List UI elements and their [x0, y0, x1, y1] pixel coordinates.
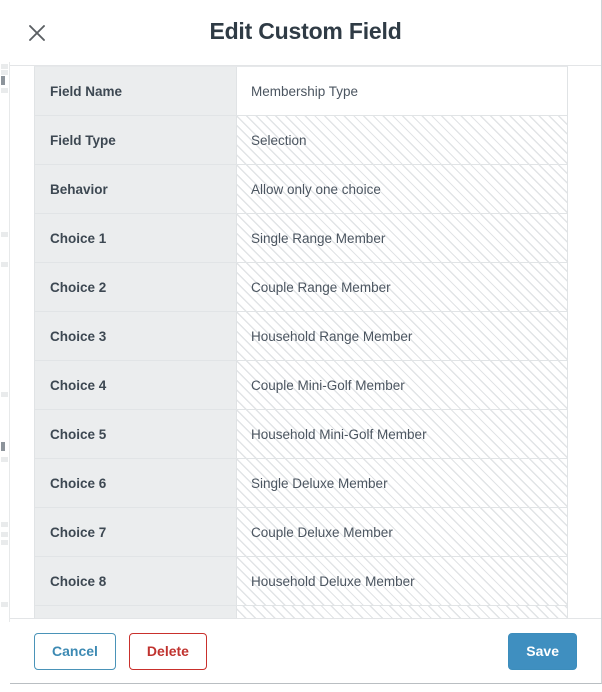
- background-text-fragment: [1, 232, 8, 237]
- dialog-body: Field Name Membership Type Field Type Selec…: [10, 66, 601, 618]
- custom-field-table: Field Name Membership Type Field Type Selec…: [34, 66, 568, 618]
- table-row: Choice 3 Household Range Member: [35, 312, 567, 361]
- dialog-header: Edit Custom Field: [10, 0, 601, 66]
- field-label: Choice 8: [35, 557, 237, 605]
- edit-custom-field-dialog: Edit Custom Field Field Name Membership T…: [10, 0, 602, 684]
- background-text-fragment: [1, 76, 5, 85]
- background-text-fragment: [1, 457, 8, 462]
- background-text-fragment: [1, 522, 8, 527]
- table-row: Choice 6 Single Deluxe Member: [35, 459, 567, 508]
- field-label: Choice 2: [35, 263, 237, 311]
- field-value-readonly: Selection: [237, 116, 567, 164]
- field-label: Behavior: [35, 165, 237, 213]
- field-label: Field Name: [35, 67, 237, 115]
- footer-left-actions: Cancel Delete: [34, 632, 207, 670]
- field-value-readonly: Couple Mini-Golf Member: [237, 361, 567, 409]
- field-value-readonly: Household Range Member: [237, 312, 567, 360]
- dialog-footer: Cancel Delete Save: [10, 618, 601, 683]
- save-button[interactable]: Save: [508, 632, 577, 670]
- field-label: Choice 6: [35, 459, 237, 507]
- table-row: Choice 8 Household Deluxe Member: [35, 557, 567, 606]
- field-value-readonly: Couple Deluxe Member: [237, 508, 567, 556]
- field-value-readonly: Single Deluxe Member: [237, 459, 567, 507]
- field-value-readonly: Couple Range Member: [237, 263, 567, 311]
- table-row: [35, 606, 567, 618]
- field-value-readonly: Household Deluxe Member: [237, 557, 567, 605]
- background-text-fragment: [1, 262, 8, 267]
- field-value-input[interactable]: Membership Type: [237, 67, 567, 115]
- table-row: Choice 7 Couple Deluxe Member: [35, 508, 567, 557]
- footer-right-actions: Save: [508, 632, 577, 670]
- background-text-fragment: [1, 88, 8, 93]
- field-value-readonly: Single Range Member: [237, 214, 567, 262]
- table-row: Choice 2 Couple Range Member: [35, 263, 567, 312]
- field-value-readonly: [237, 606, 567, 618]
- table-row: Choice 5 Household Mini-Golf Member: [35, 410, 567, 459]
- table-row: Behavior Allow only one choice: [35, 165, 567, 214]
- background-text-fragment: [1, 392, 8, 397]
- field-label: Choice 4: [35, 361, 237, 409]
- background-text-fragment: [1, 602, 8, 607]
- table-row: Choice 4 Couple Mini-Golf Member: [35, 361, 567, 410]
- field-label: Field Type: [35, 116, 237, 164]
- background-text-fragment: [1, 64, 8, 69]
- field-label: Choice 5: [35, 410, 237, 458]
- field-label: [35, 606, 237, 618]
- field-label: Choice 3: [35, 312, 237, 360]
- delete-button[interactable]: Delete: [128, 632, 207, 670]
- field-value-readonly: Household Mini-Golf Member: [237, 410, 567, 458]
- background-text-fragment: [1, 532, 8, 537]
- field-label: Choice 1: [35, 214, 237, 262]
- table-row: Field Name Membership Type: [35, 67, 567, 116]
- cancel-button[interactable]: Cancel: [34, 632, 116, 670]
- page-title: Edit Custom Field: [209, 18, 402, 44]
- background-text-fragment: [1, 442, 5, 451]
- table-row: Choice 1 Single Range Member: [35, 214, 567, 263]
- table-row: Field Type Selection: [35, 116, 567, 165]
- field-value-readonly: Allow only one choice: [237, 165, 567, 213]
- field-label: Choice 7: [35, 508, 237, 556]
- background-text-fragment: [1, 70, 8, 75]
- background-text-fragment: [1, 540, 8, 545]
